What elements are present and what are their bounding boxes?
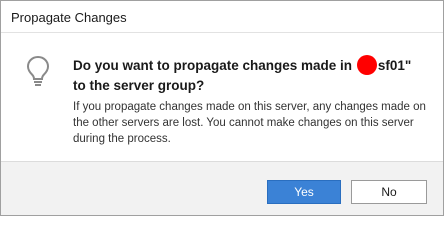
yes-button[interactable]: Yes (267, 180, 341, 204)
button-bar: Yes No (1, 161, 443, 215)
heading-text-part1: Do you want to propagate changes made in (73, 58, 353, 73)
no-button[interactable]: No (351, 180, 427, 204)
dialog-title: Propagate Changes (11, 10, 127, 25)
title-bar: Propagate Changes (1, 1, 443, 33)
lightbulb-icon (24, 54, 52, 88)
propagate-changes-dialog: Propagate Changes Do you want to propaga… (0, 0, 444, 216)
dialog-description: If you propagate changes made on this se… (73, 101, 426, 145)
dialog-body: Do you want to propagate changes made in… (1, 34, 443, 160)
redaction-mark (356, 55, 377, 75)
dialog-heading: Do you want to propagate changes made in… (73, 55, 423, 96)
